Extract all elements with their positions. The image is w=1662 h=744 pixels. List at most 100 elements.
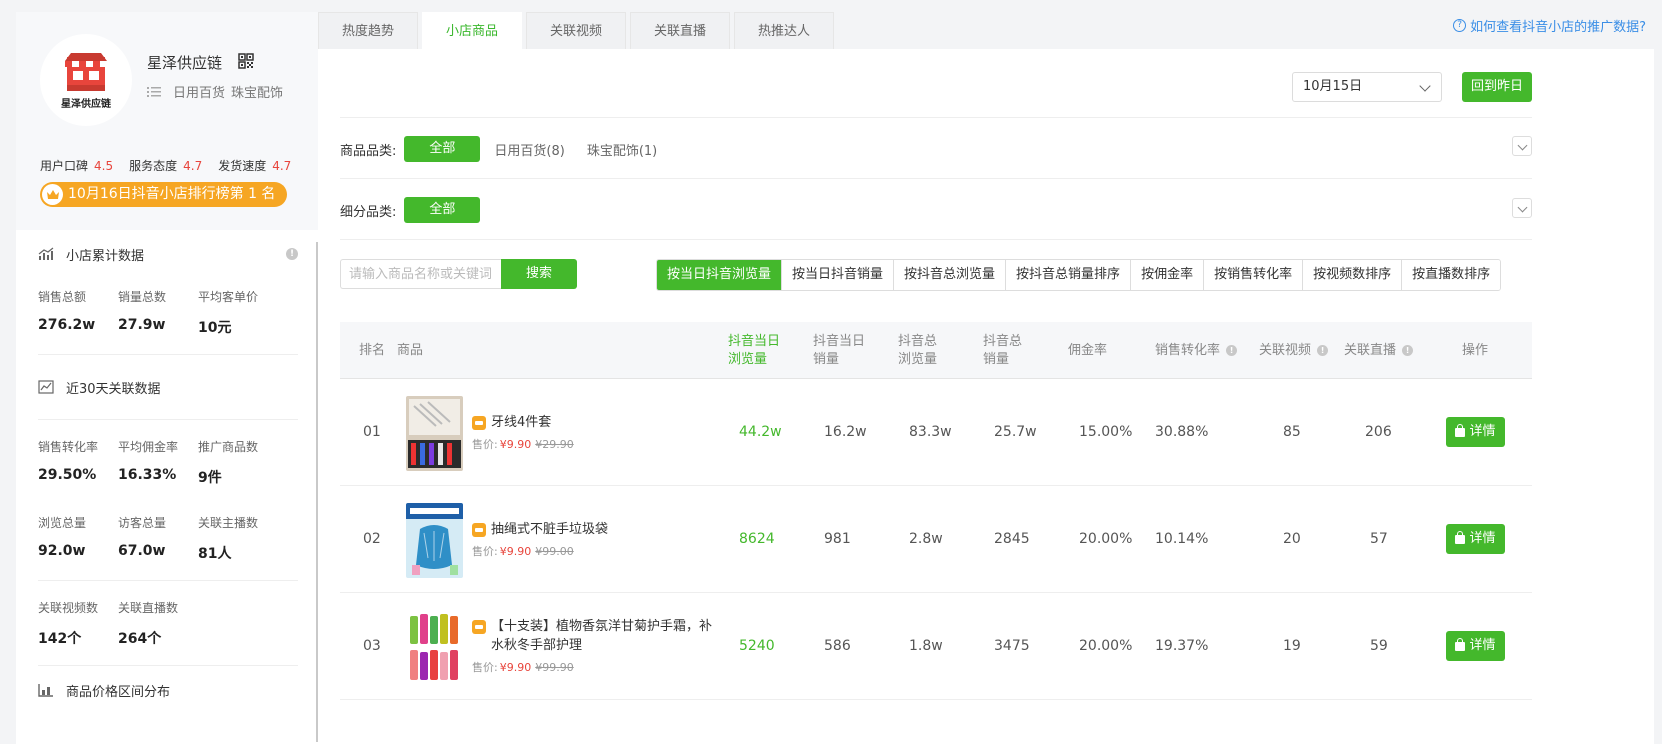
sort-total-sales-button[interactable]: 按抖音总销量排序 xyxy=(1005,260,1131,290)
sort-commission-button[interactable]: 按佣金率 xyxy=(1130,260,1204,290)
question-icon: ? xyxy=(1453,19,1467,32)
search-button[interactable]: 搜索 xyxy=(501,259,577,289)
col-label: 抖音当日 xyxy=(813,333,866,349)
cell-lives: 57 xyxy=(1370,531,1388,547)
trend-chart-icon xyxy=(38,380,54,394)
tab-related-videos[interactable]: 关联视频 xyxy=(526,12,626,49)
sort-daily-views-button[interactable]: 按当日抖音浏览量 xyxy=(657,260,782,290)
stat-item: 关联主播数 81人 xyxy=(198,504,278,580)
stat-value: 29.50% xyxy=(38,467,97,483)
col-label: 销量 xyxy=(983,351,1010,367)
product-info: 【十支装】植物香氛洋甘菊护手霜，补水秋冬手部护理 售价: ¥9.90 ¥99.90 xyxy=(472,593,722,699)
rating-label: 发货速度 xyxy=(218,159,267,173)
detail-button[interactable]: 详情 xyxy=(1446,631,1505,661)
info-icon[interactable]: ! xyxy=(286,248,298,260)
cell-total-views: 2.8w xyxy=(909,531,943,547)
tab-related-lives[interactable]: 关联直播 xyxy=(630,12,730,49)
rating-label: 用户口碑 xyxy=(40,159,89,173)
detail-button[interactable]: 详情 xyxy=(1446,417,1505,447)
detail-button[interactable]: 详情 xyxy=(1446,524,1505,554)
rating-value: 4.7 xyxy=(272,159,292,173)
stat-label: 销量总数 xyxy=(118,290,167,304)
stat-value: 81人 xyxy=(198,546,232,562)
cell-conversion: 30.88% xyxy=(1155,424,1209,440)
date-select[interactable]: 10月15日 xyxy=(1292,72,1442,102)
product-name[interactable]: 【十支装】植物香氛洋甘菊护手霜，补水秋冬手部护理 xyxy=(472,617,722,655)
stat-label: 访客总量 xyxy=(118,516,167,530)
tab-top-promoters[interactable]: 热推达人 xyxy=(734,12,834,49)
shop-header: 星泽供应链 星泽供应链 日用百货 珠宝配饰 用户口碑 4.5 服务态度 4.7 发货… xyxy=(16,12,320,230)
rating-item: 发货速度 4.7 xyxy=(218,157,291,174)
info-icon[interactable]: ! xyxy=(1317,345,1329,356)
cell-daily-sales: 981 xyxy=(824,531,851,547)
cell-total-sales: 3475 xyxy=(994,638,1030,654)
shop-icon xyxy=(472,522,486,537)
section-price-distribution-header: 商品价格区间分布 xyxy=(38,666,298,714)
col-rank: 排名 xyxy=(359,342,386,358)
table-row: 03 【十支装】植物香氛洋甘菊护手霜，补水秋冬手部护理 售价: ¥9.90 ¥99.… xyxy=(340,593,1532,700)
stat-label: 关联视频数 xyxy=(38,601,99,615)
rank-badge[interactable]: 10月16日抖音小店排行榜第 1 名 xyxy=(40,182,288,207)
info-icon[interactable]: ! xyxy=(1226,345,1238,356)
stat-item: 关联直播数 264个 xyxy=(118,589,198,665)
table-row: 02 抽绳式不脏手垃圾袋 售价: ¥9.90 ¥99.00 8624 981 2.8… xyxy=(340,486,1532,593)
category-chip-all[interactable]: 全部 xyxy=(404,136,481,162)
product-thumbnail[interactable] xyxy=(406,396,463,471)
col-daily-views[interactable]: 抖音当日 浏览量 xyxy=(728,322,780,379)
rating-item: 用户口碑 4.5 xyxy=(40,157,113,174)
storefront-icon xyxy=(65,52,107,91)
filter-label: 商品品类: xyxy=(340,143,397,159)
stat-label: 销售转化率 xyxy=(38,440,99,454)
table-row: 01 牙线4件套 售价: ¥9.90 ¥29.90 44.2w 16.2w 83.3… xyxy=(340,379,1532,486)
subcategory-chip-all[interactable]: 全部 xyxy=(404,197,481,223)
col-label: 销量 xyxy=(813,351,840,367)
stat-item: 平均佣金率 16.33% xyxy=(118,428,198,504)
col-videos[interactable]: 关联视频! xyxy=(1259,322,1329,379)
search-input[interactable] xyxy=(340,259,502,289)
category-chip[interactable]: 日用百货(8) xyxy=(494,140,564,159)
stat-value: 16.33% xyxy=(118,467,177,483)
cell-daily-views: 5240 xyxy=(739,638,775,654)
price-label: 售价: xyxy=(472,661,498,674)
sort-conversion-button[interactable]: 按销售转化率 xyxy=(1203,260,1303,290)
col-commission[interactable]: 佣金率 xyxy=(1068,322,1107,379)
expand-category-button[interactable] xyxy=(1512,136,1532,156)
stat-value: 142个 xyxy=(38,631,82,647)
stat-label: 销售总额 xyxy=(38,290,87,304)
sort-lives-button[interactable]: 按直播数排序 xyxy=(1401,260,1501,290)
product-name[interactable]: 牙线4件套 xyxy=(472,413,722,432)
crown-icon xyxy=(42,184,63,205)
product-thumbnail[interactable] xyxy=(406,503,463,578)
col-label: 抖音总 xyxy=(898,333,938,349)
stats-grid: 销售总额 276.2w 销量总数 27.9w 平均客单价 10元 xyxy=(38,278,298,354)
col-conversion[interactable]: 销售转化率! xyxy=(1155,322,1238,379)
tab-trend[interactable]: 热度趋势 xyxy=(318,12,418,49)
col-total-views[interactable]: 抖音总 浏览量 xyxy=(898,322,937,379)
stat-value: 27.9w xyxy=(118,317,166,333)
info-icon[interactable]: ! xyxy=(1402,345,1414,356)
stat-value: 92.0w xyxy=(38,543,86,559)
cell-commission: 20.00% xyxy=(1079,638,1133,654)
stat-value: 10元 xyxy=(198,320,232,336)
product-name[interactable]: 抽绳式不脏手垃圾袋 xyxy=(472,520,722,539)
sort-daily-sales-button[interactable]: 按当日抖音销量 xyxy=(781,260,894,290)
category-chip[interactable]: 珠宝配饰(1) xyxy=(587,140,657,159)
shop-sidebar: 星泽供应链 星泽供应链 日用百货 珠宝配饰 用户口碑 4.5 服务态度 4.7 发货… xyxy=(16,12,320,744)
sort-total-views-button[interactable]: 按抖音总浏览量 xyxy=(893,260,1006,290)
product-thumbnail[interactable] xyxy=(406,610,463,685)
cell-conversion: 10.14% xyxy=(1155,531,1209,547)
cell-daily-sales: 586 xyxy=(824,638,851,654)
sort-videos-button[interactable]: 按视频数排序 xyxy=(1302,260,1402,290)
col-total-sales[interactable]: 抖音总 销量 xyxy=(983,322,1022,379)
stat-label: 推广商品数 xyxy=(198,440,259,454)
product-info: 抽绳式不脏手垃圾袋 售价: ¥9.90 ¥99.00 xyxy=(472,486,722,592)
shopping-bag-icon xyxy=(1455,423,1466,437)
help-link[interactable]: ? 如何查看抖音小店的推广数据? xyxy=(1453,16,1646,35)
col-lives[interactable]: 关联直播! xyxy=(1344,322,1414,379)
expand-subcategory-button[interactable] xyxy=(1512,198,1532,218)
col-daily-sales[interactable]: 抖音当日 销量 xyxy=(813,322,865,379)
cell-daily-views: 8624 xyxy=(739,531,775,547)
tab-shop-products[interactable]: 小店商品 xyxy=(422,12,522,49)
qr-code-icon[interactable] xyxy=(238,53,254,69)
back-to-yesterday-button[interactable]: 回到昨日 xyxy=(1462,72,1532,102)
